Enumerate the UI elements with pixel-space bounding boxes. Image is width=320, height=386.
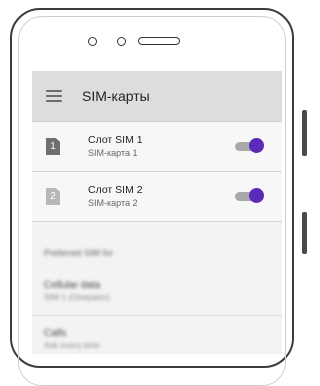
sim-card-icon: 1 — [46, 138, 60, 155]
phone-top-sensors — [0, 34, 313, 48]
sim-slot-2-row[interactable]: 2 Слот SIM 2 SIM-карта 2 — [32, 172, 282, 222]
page-title: SIM-карты — [82, 88, 150, 104]
sim-slot-subtitle: SIM-карта 2 — [88, 198, 138, 208]
sim-slot-title: Слот SIM 1 — [88, 134, 143, 146]
list-item-title: Calls — [44, 328, 67, 339]
hamburger-menu-icon[interactable] — [46, 90, 62, 102]
app-bar: SIM-карты — [32, 71, 282, 122]
sim-number: 2 — [50, 191, 56, 202]
sim-slot-title: Слот SIM 2 — [88, 184, 143, 196]
power-button — [302, 212, 307, 254]
earpiece-speaker — [138, 37, 180, 45]
sensor-icon — [88, 37, 97, 46]
cellular-data-item[interactable]: Cellular data SIM 1 (Операtor) — [32, 262, 282, 303]
volume-button — [302, 110, 307, 156]
sim-number: 1 — [50, 141, 56, 152]
front-camera-icon — [117, 37, 126, 46]
list-item-subtitle: Ask every time — [44, 340, 100, 350]
calls-item[interactable]: Calls Ask every time — [32, 316, 282, 351]
sim-slot-subtitle: SIM-карта 1 — [88, 148, 138, 158]
list-item-title: Cellular data — [44, 280, 101, 291]
preferred-sim-header: Preferred SIM for — [44, 248, 114, 258]
sim-1-toggle[interactable] — [235, 138, 264, 153]
list-item-subtitle: SIM 1 (Операtor) — [44, 292, 110, 302]
sim-2-toggle[interactable] — [235, 188, 264, 203]
sim-card-icon: 2 — [46, 188, 60, 205]
phone-screen: SIM-карты 1 Слот SIM 1 SIM-карта 1 2 Сло… — [32, 71, 282, 354]
sim-slot-1-row[interactable]: 1 Слот SIM 1 SIM-карта 1 — [32, 122, 282, 172]
